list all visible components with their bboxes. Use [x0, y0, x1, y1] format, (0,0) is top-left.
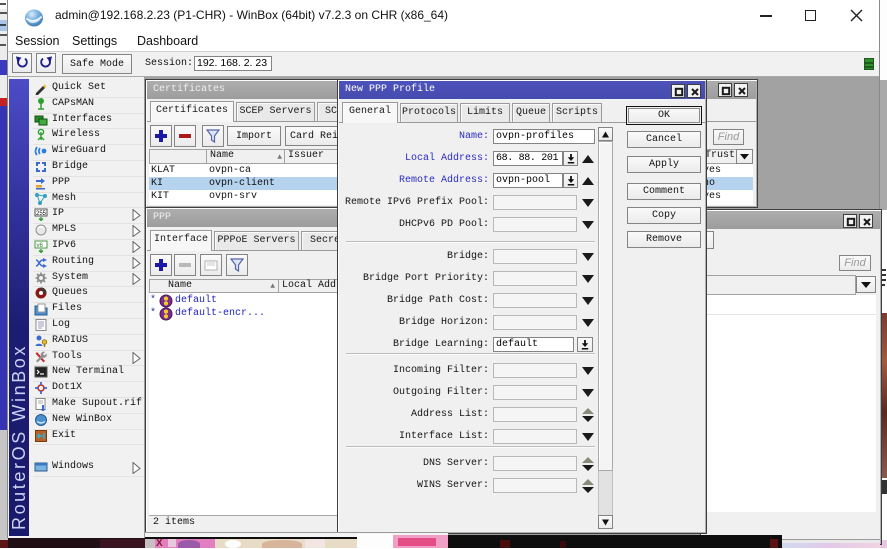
svg-text:255: 255 [36, 211, 47, 217]
svg-text:v6: v6 [37, 243, 44, 249]
